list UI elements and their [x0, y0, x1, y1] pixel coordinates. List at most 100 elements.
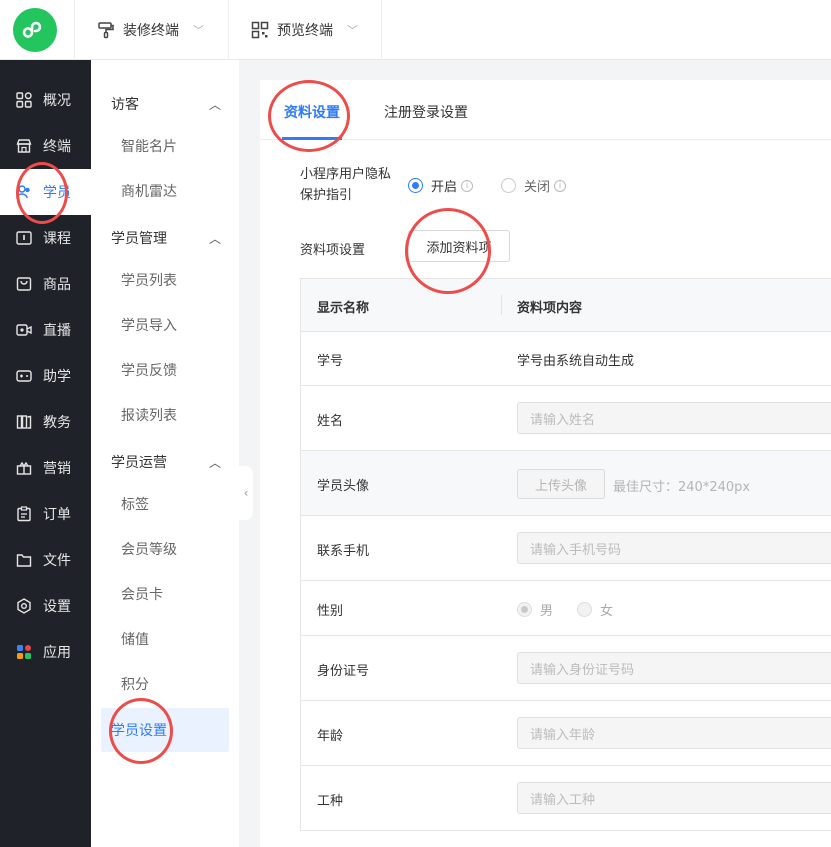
sidebar-item-settings[interactable]: 设置	[0, 583, 91, 629]
submenu-group-visitors[interactable]: 访客 ︿	[111, 94, 221, 114]
sidebar-item-academic[interactable]: 教务	[0, 399, 91, 445]
paint-roller-icon	[98, 22, 114, 39]
submenu-item-member-card[interactable]: 会员卡	[121, 584, 163, 604]
column-header-display-name: 显示名称	[317, 301, 370, 316]
privacy-guide-radio-group: 开启 i 关闭 i	[408, 176, 567, 195]
column-header-item-content: 资料项内容	[517, 301, 583, 316]
live-icon	[15, 321, 33, 339]
sidebar-item-label: 学员	[43, 185, 71, 201]
job-type-input: 请输入工种	[517, 782, 831, 814]
sidebar-item-live[interactable]: 直播	[0, 307, 91, 353]
course-icon	[15, 229, 33, 247]
submenu-item-member-level[interactable]: 会员等级	[121, 539, 177, 559]
sidebar-item-terminal[interactable]: 终端	[0, 123, 91, 169]
preview-terminal-button[interactable]: 预览终端 ﹀	[228, 0, 382, 60]
tab-profile-settings[interactable]: 资料设置	[284, 102, 340, 122]
miniprogram-logo-icon	[22, 21, 42, 38]
column-divider	[501, 295, 502, 315]
row-name: 性别	[317, 604, 344, 619]
chevron-up-icon: ︿	[208, 455, 221, 470]
sidebar-item-apps[interactable]: 应用	[0, 629, 91, 675]
users-icon	[15, 183, 33, 201]
collapse-sidebar-handle[interactable]: ‹	[239, 466, 253, 520]
sidebar-item-label: 订单	[43, 507, 71, 523]
privacy-on-radio[interactable]	[408, 178, 423, 193]
decorate-terminal-label: 装修终端	[123, 23, 179, 39]
submenu-item-smart-card[interactable]: 智能名片	[121, 136, 177, 156]
row-name: 学号	[317, 354, 344, 369]
sidebar-item-label: 教务	[43, 415, 71, 431]
row-name: 联系手机	[317, 544, 370, 559]
gear-icon	[15, 597, 33, 615]
sidebar-item-label: 助学	[43, 369, 71, 385]
submenu-item-student-settings[interactable]: 学员设置	[101, 708, 229, 752]
submenu-item-student-import[interactable]: 学员导入	[121, 315, 177, 335]
sidebar-item-label: 终端	[43, 139, 71, 155]
sidebar-item-label: 直播	[43, 323, 71, 339]
table-header: 显示名称 资料项内容	[301, 279, 831, 332]
sub-menu: 访客 ︿ 智能名片 商机雷达 学员管理 ︿ 学员列表 学员导入 学员反馈 报读列…	[91, 60, 239, 847]
tab-register-login-settings[interactable]: 注册登录设置	[384, 102, 468, 122]
profile-items-table: 显示名称 资料项内容 学号 学号由系统自动生成 姓名 请输入姓名 学员头像 上传…	[300, 278, 831, 831]
gender-female-label: 女	[600, 604, 614, 619]
sidebar-item-files[interactable]: 文件	[0, 537, 91, 583]
upload-avatar-button: 上传头像	[517, 469, 605, 499]
submenu-item-stored-value[interactable]: 储值	[121, 629, 149, 649]
row-name: 工种	[317, 794, 344, 809]
app-logo[interactable]	[13, 8, 57, 52]
sidebar-item-marketing[interactable]: 营销	[0, 445, 91, 491]
info-icon[interactable]: i	[554, 179, 567, 192]
sidebar-item-students[interactable]: 学员	[0, 169, 91, 215]
privacy-off-radio[interactable]	[501, 178, 517, 193]
sidebar-item-courses[interactable]: 课程	[0, 215, 91, 261]
sidebar-item-label: 营销	[43, 461, 71, 477]
row-name: 身份证号	[317, 664, 370, 679]
submenu-item-enrollment-list[interactable]: 报读列表	[121, 405, 177, 425]
main-sidebar: 概况 终端 学员 课程 商品 直播 助学 教务 营销 订单 文件 设置 应用	[0, 60, 91, 847]
qrcode-icon	[251, 21, 269, 39]
privacy-off-label[interactable]: 关闭	[524, 176, 550, 195]
row-content: 学号由系统自动生成	[517, 354, 635, 369]
decorate-terminal-button[interactable]: 装修终端 ﹀	[74, 0, 228, 60]
submenu-group-title: 学员管理	[111, 231, 167, 247]
table-row: 身份证号 请输入身份证号码	[301, 636, 831, 701]
chevron-down-icon: ﹀	[193, 24, 204, 37]
submenu-item-tags[interactable]: 标签	[121, 494, 149, 514]
sidebar-item-label: 应用	[43, 645, 71, 661]
sidebar-item-orders[interactable]: 订单	[0, 491, 91, 537]
gift-icon	[15, 459, 33, 477]
gender-radio-group: 男 女	[517, 600, 613, 619]
sidebar-item-study-assist[interactable]: 助学	[0, 353, 91, 399]
tab-bar: 资料设置 注册登录设置	[260, 80, 831, 140]
logo-area	[0, 0, 70, 60]
submenu-group-title: 访客	[111, 97, 139, 113]
row-name: 学员头像	[317, 479, 370, 494]
sidebar-item-products[interactable]: 商品	[0, 261, 91, 307]
sidebar-item-label: 设置	[43, 599, 71, 615]
chevron-up-icon: ︿	[208, 231, 221, 246]
books-icon	[15, 413, 33, 431]
privacy-on-label[interactable]: 开启	[431, 176, 457, 195]
chevron-down-icon: ﹀	[347, 24, 358, 37]
sidebar-item-label: 概况	[43, 93, 71, 109]
table-row: 学员头像 上传头像 最佳尺寸：240*240px	[301, 451, 831, 516]
submenu-item-student-list[interactable]: 学员列表	[121, 270, 177, 290]
submenu-group-student-operations[interactable]: 学员运营 ︿	[111, 452, 221, 472]
table-row: 姓名 请输入姓名	[301, 386, 831, 451]
submenu-item-lead-radar[interactable]: 商机雷达	[121, 181, 177, 201]
table-row: 学号 学号由系统自动生成	[301, 332, 831, 386]
submenu-group-student-management[interactable]: 学员管理 ︿	[111, 228, 221, 248]
submenu-item-points[interactable]: 积分	[121, 674, 149, 694]
age-input: 请输入年龄	[517, 717, 831, 749]
table-row: 性别 男 女	[301, 581, 831, 636]
chevron-up-icon: ︿	[208, 97, 221, 112]
add-profile-item-button[interactable]: 添加资料项	[408, 230, 510, 262]
submenu-item-student-feedback[interactable]: 学员反馈	[121, 360, 177, 380]
info-icon[interactable]: i	[461, 179, 474, 192]
sidebar-item-overview[interactable]: 概况	[0, 77, 91, 123]
table-row: 联系手机 请输入手机号码	[301, 516, 831, 581]
bag-icon	[15, 275, 33, 293]
gender-female-radio	[577, 602, 593, 617]
content-panel: 资料设置 注册登录设置 小程序用户隐私保护指引 开启 i 关闭 i 资料项设置 …	[260, 80, 831, 847]
gamepad-icon	[15, 367, 33, 385]
